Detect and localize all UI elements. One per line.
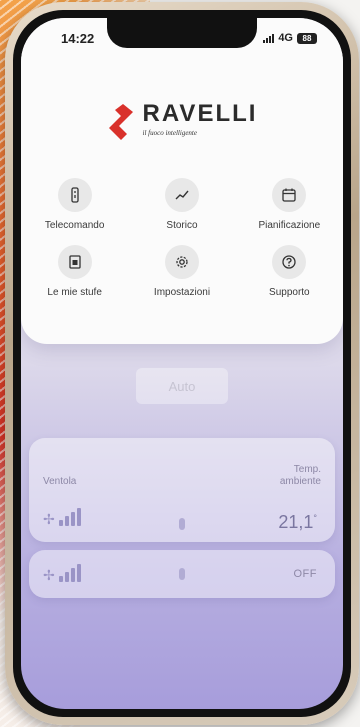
flame-logo-icon [108,104,133,140]
menu-label-pianificazione: Pianificazione [258,220,321,231]
fan-icon: ✢ [43,567,55,583]
fan-level-control[interactable]: ✢ [43,508,81,526]
status-indicators: 4G 88 [263,32,317,44]
remote-control-icon [57,178,92,212]
menu-grid: Telecomando Storico Pianificazione Le mi… [21,178,343,298]
thermometer-icon [179,518,185,530]
menu-label-impostazioni: Impostazioni [153,287,211,298]
signal-icon [263,33,275,43]
ambient-temp-value: 21,1° [278,512,317,532]
menu-item-le-mie-stufe[interactable]: Le mie stufe [21,245,128,298]
brand-name: RAVELLI [142,100,258,127]
mode-auto-button[interactable]: Auto [136,368,228,404]
menu-item-pianificazione[interactable]: Pianificazione [236,178,343,231]
secondary-fan-panel: ✢ OFF [29,550,335,598]
secondary-status-value: OFF [293,568,317,580]
menu-item-telecomando[interactable]: Telecomando [21,178,128,231]
fan-temperature-panel: Ventola Temp. ambiente ✢ 21,1° [29,438,335,542]
fan-level-bars [58,508,81,526]
menu-item-impostazioni[interactable]: Impostazioni [128,245,235,298]
menu-item-storico[interactable]: Storico [128,178,235,231]
menu-label-le-mie-stufe: Le mie stufe [47,287,102,298]
app-screen: 14:22 4G 88 RAVELLI il fuoco intelligent… [21,18,343,709]
main-menu-card: RAVELLI il fuoco intelligente Telecomand… [21,18,343,344]
battery-icon: 88 [297,32,317,44]
brand-tagline: il fuoco intelligente [142,129,197,137]
fan-label: Ventola [43,476,77,487]
menu-label-storico: Storico [166,220,198,231]
calendar-icon [272,178,307,212]
fan-icon: ✢ [43,511,55,527]
menu-label-telecomando: Telecomando [44,220,105,231]
stove-icon [57,245,92,279]
trend-chart-icon [164,178,199,212]
phone-notch [107,18,257,48]
thermometer-icon [179,568,185,580]
menu-label-supporto: Supporto [269,287,310,298]
status-time: 14:22 [61,30,95,46]
support-icon [272,245,307,279]
gear-icon [164,245,199,279]
menu-item-supporto[interactable]: Supporto [236,245,343,298]
fan-level-bars [58,564,81,582]
brand-logo: RAVELLI il fuoco intelligente [21,100,343,140]
phone-frame: 14:22 4G 88 RAVELLI il fuoco intelligent… [5,2,359,725]
ambient-temp-label: Temp. ambiente [279,464,321,487]
phone-bezel: 14:22 4G 88 RAVELLI il fuoco intelligent… [13,10,351,717]
secondary-fan-level-control[interactable]: ✢ [43,564,81,582]
network-type: 4G [278,32,293,44]
